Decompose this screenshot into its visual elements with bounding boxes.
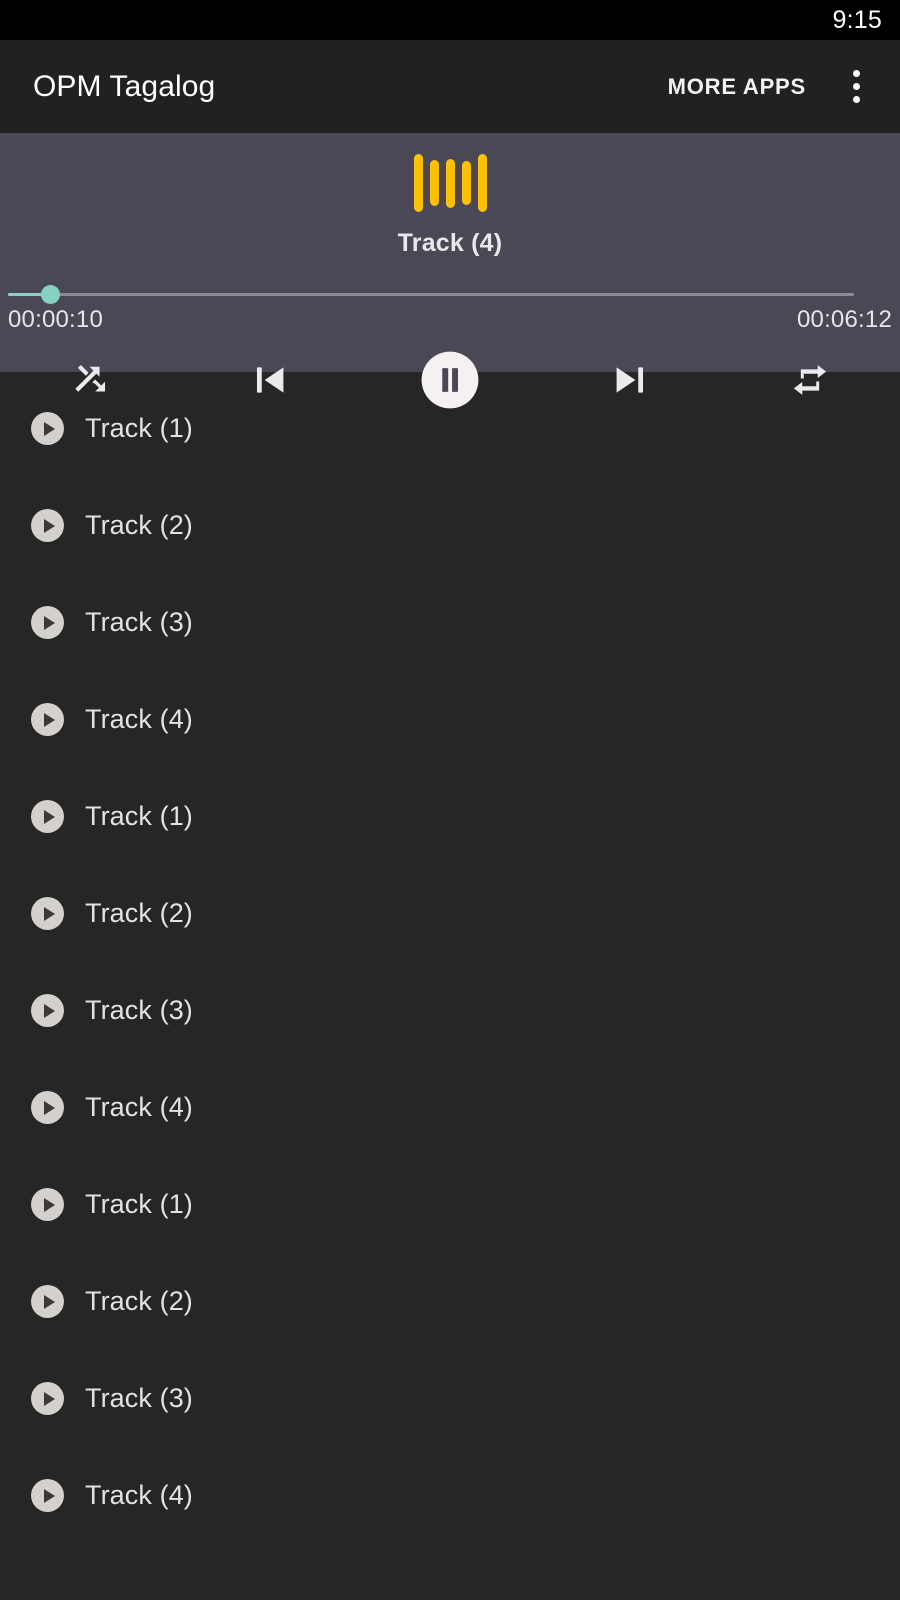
play-circle-icon[interactable] [31, 1479, 64, 1512]
pause-icon [419, 349, 481, 411]
equalizer-icon [0, 133, 900, 233]
play-circle-icon[interactable] [31, 897, 64, 930]
next-button[interactable] [582, 347, 678, 413]
play-circle-icon[interactable] [31, 606, 64, 639]
play-triangle [44, 615, 55, 630]
status-bar-clock: 9:15 [832, 5, 882, 34]
play-triangle [44, 712, 55, 727]
track-list-item[interactable]: Track (4) [0, 1447, 900, 1544]
play-circle-icon[interactable] [31, 412, 64, 445]
play-triangle [44, 1294, 55, 1309]
skip-next-icon [607, 357, 653, 403]
track-list-item[interactable]: Track (4) [0, 1059, 900, 1156]
track-list-item[interactable]: Track (2) [0, 1253, 900, 1350]
play-circle-icon[interactable] [31, 1091, 64, 1124]
track-list-item-label: Track (1) [85, 801, 193, 831]
time-row: 00:00:10 00:06:12 [0, 306, 900, 334]
track-list-item[interactable]: Track (3) [0, 574, 900, 671]
track-list-item[interactable]: Track (4) [0, 671, 900, 768]
track-list-item[interactable]: Track (1) [0, 768, 900, 865]
app-bar: OPM Tagalog MORE APPS [0, 40, 900, 133]
play-circle-icon[interactable] [31, 800, 64, 833]
play-triangle [44, 518, 55, 533]
seek-bar-thumb[interactable] [41, 285, 61, 304]
track-list-item[interactable]: Track (3) [0, 962, 900, 1059]
status-bar: 9:15 [0, 0, 900, 40]
repeat-button[interactable] [762, 347, 858, 413]
seek-bar[interactable] [0, 280, 900, 310]
play-circle-icon[interactable] [31, 703, 64, 736]
skip-previous-icon [247, 357, 293, 403]
music-player-screen: 9:15 OPM Tagalog MORE APPS Track (4) 00:… [0, 0, 900, 1600]
track-list-item-label: Track (1) [85, 413, 193, 443]
total-time: 00:06:12 [796, 306, 892, 333]
play-triangle [44, 1391, 55, 1406]
shuffle-button[interactable] [42, 347, 138, 413]
track-list-item-label: Track (1) [85, 1189, 193, 1219]
track-list-item-label: Track (2) [85, 898, 193, 928]
player-panel: Track (4) 00:00:10 00:06:12 [0, 133, 900, 409]
play-triangle [44, 1003, 55, 1018]
more-apps-button[interactable]: MORE APPS [654, 64, 820, 110]
play-triangle [44, 1100, 55, 1115]
play-pause-button[interactable] [402, 347, 498, 413]
page-title: OPM Tagalog [33, 69, 216, 103]
track-list-item-label: Track (4) [85, 704, 193, 734]
previous-button[interactable] [222, 347, 318, 413]
transport-controls [0, 344, 900, 416]
play-circle-icon[interactable] [31, 1188, 64, 1221]
play-circle-icon[interactable] [31, 509, 64, 542]
track-list-item[interactable]: Track (3) [0, 1350, 900, 1447]
play-triangle [44, 906, 55, 921]
repeat-icon [788, 358, 832, 402]
seek-bar-track[interactable] [8, 285, 854, 304]
track-list-item[interactable]: Track (1) [0, 1156, 900, 1253]
track-list-item-label: Track (4) [85, 1092, 193, 1122]
track-list-item-label: Track (4) [85, 1480, 193, 1510]
elapsed-time: 00:00:10 [8, 306, 104, 333]
track-list-item-label: Track (3) [85, 995, 193, 1025]
play-circle-icon[interactable] [31, 1382, 64, 1415]
play-triangle [44, 809, 55, 824]
more-vertical-icon[interactable] [828, 59, 884, 115]
play-triangle [44, 421, 55, 436]
play-circle-icon[interactable] [31, 1285, 64, 1318]
track-list-item[interactable]: Track (2) [0, 477, 900, 574]
track-list-item-label: Track (2) [85, 1286, 193, 1316]
track-list-item-label: Track (2) [85, 510, 193, 540]
track-list-item-label: Track (3) [85, 1383, 193, 1413]
now-playing-title: Track (4) [397, 229, 503, 257]
track-list[interactable]: Track (1) Track (2) Track (3) Track (4) Trac… [0, 372, 900, 1600]
shuffle-icon [68, 358, 112, 402]
track-list-item-label: Track (3) [85, 607, 193, 637]
play-triangle [44, 1197, 55, 1212]
play-triangle [44, 1488, 55, 1503]
play-circle-icon[interactable] [31, 994, 64, 1027]
track-list-item[interactable]: Track (2) [0, 865, 900, 962]
